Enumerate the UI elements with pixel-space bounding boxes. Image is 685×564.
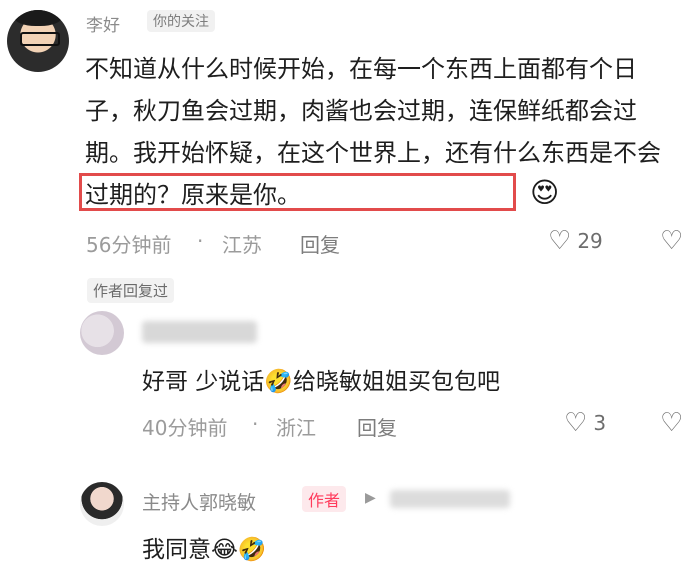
reply-time: 40分钟前: [142, 416, 228, 440]
reply-like-count: 3: [593, 411, 607, 435]
author-badge: 作者: [302, 486, 347, 512]
author-replied-tag: 作者回复过: [87, 278, 175, 303]
broken-heart-icon[interactable]: ♡: [660, 228, 683, 254]
highlight-box: [79, 173, 516, 211]
main-comment-location: 江苏: [222, 233, 262, 257]
reply-like-button[interactable]: ♡ 3: [564, 410, 606, 436]
reply-avatar[interactable]: [80, 311, 124, 355]
heart-outline-icon: ♡: [548, 226, 572, 256]
heart-outline-icon: ♡: [564, 408, 588, 438]
reply-reply-button[interactable]: 回复: [357, 412, 397, 441]
main-comment-reply-button[interactable]: 回复: [300, 229, 340, 258]
main-comment-avatar[interactable]: [7, 10, 69, 72]
reply-target-blurred[interactable]: [390, 490, 510, 508]
avatar-hair: [14, 10, 62, 26]
host-username[interactable]: 主持人郭晓敏: [142, 488, 256, 515]
follow-label: 你的关注: [147, 10, 215, 32]
host-avatar[interactable]: [80, 482, 124, 526]
broken-heart-icon[interactable]: ♡: [660, 410, 683, 436]
reply-text: 好哥 少说话🤣给晓敏姐姐买包包吧: [142, 369, 500, 395]
main-comment-like-button[interactable]: ♡ 29: [548, 228, 603, 254]
meta-separator: ·: [197, 229, 204, 253]
host-reply-text: 我同意😂🤣: [142, 537, 267, 563]
heart-eyes-emoji-icon: 😍: [530, 176, 560, 209]
meta-separator: ·: [252, 412, 259, 436]
reply-location: 浙江: [276, 416, 316, 440]
reply-username-blurred[interactable]: [142, 321, 257, 343]
avatar-glasses: [20, 32, 60, 46]
main-comment-like-count: 29: [577, 229, 603, 253]
main-comment-username[interactable]: 李好: [86, 11, 120, 36]
triangle-right-icon: ▶: [365, 490, 376, 506]
main-comment-time: 56分钟前: [86, 233, 172, 257]
